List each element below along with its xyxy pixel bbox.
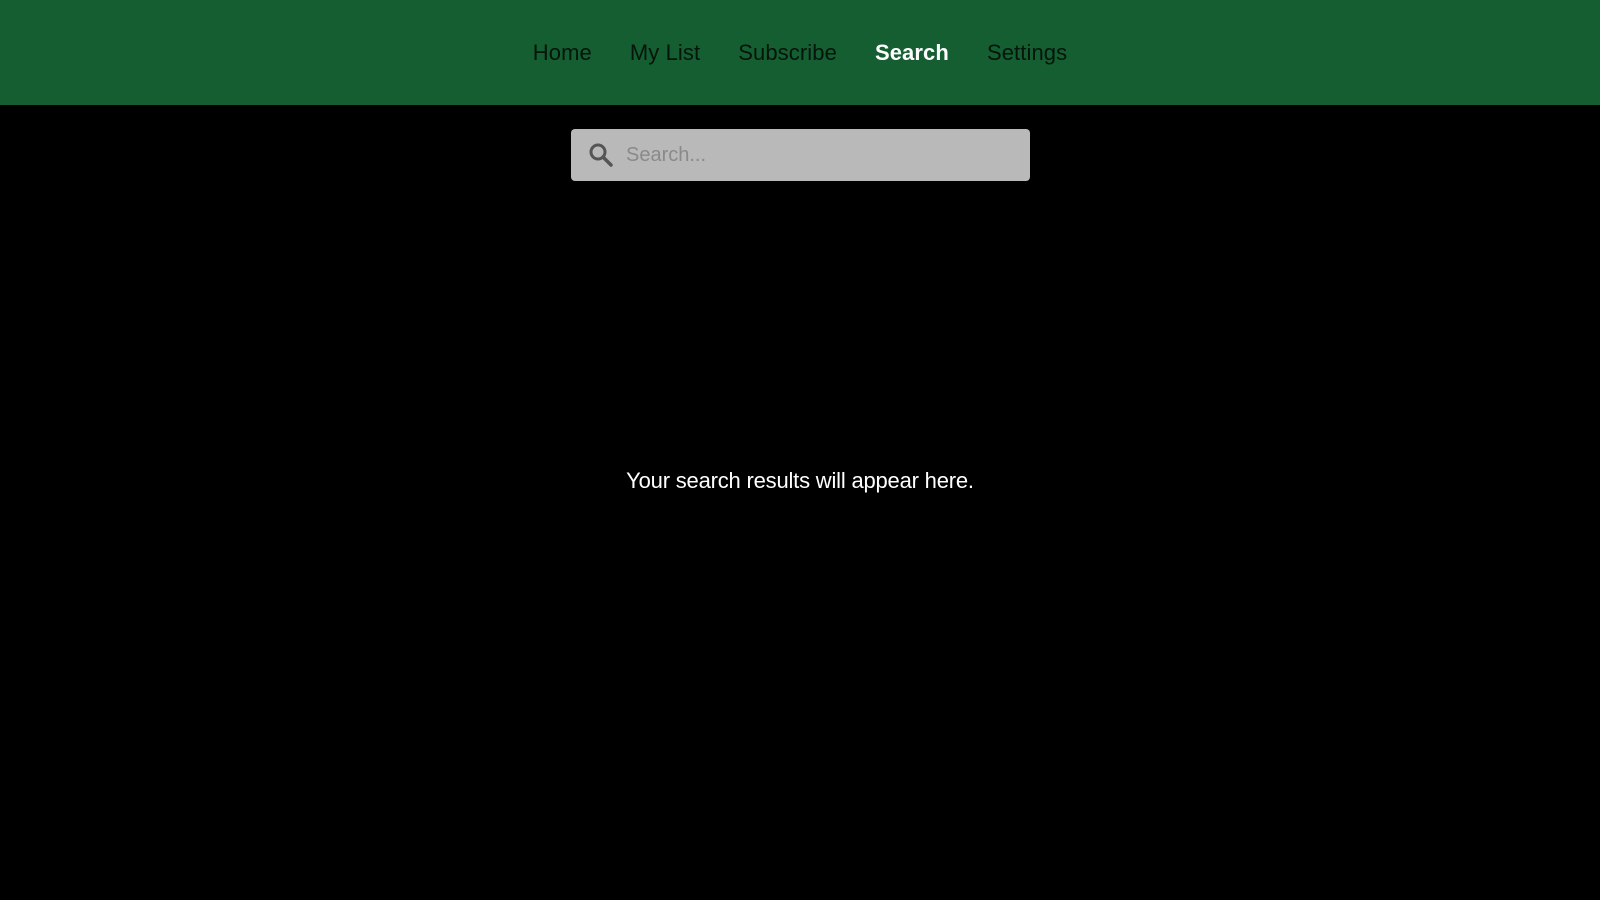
search-results-placeholder: Your search results will appear here. <box>626 468 974 493</box>
search-input[interactable] <box>626 129 1016 181</box>
nav-item-home[interactable]: Home <box>533 40 592 66</box>
nav-item-my-list[interactable]: My List <box>630 40 700 66</box>
search-bar[interactable] <box>571 129 1030 181</box>
top-navbar: Home My List Subscribe Search Settings <box>0 0 1600 105</box>
search-icon <box>589 143 613 167</box>
nav-item-subscribe[interactable]: Subscribe <box>738 40 837 66</box>
nav-menu: Home My List Subscribe Search Settings <box>533 40 1067 66</box>
nav-item-search[interactable]: Search <box>875 40 949 66</box>
nav-item-settings[interactable]: Settings <box>987 40 1067 66</box>
